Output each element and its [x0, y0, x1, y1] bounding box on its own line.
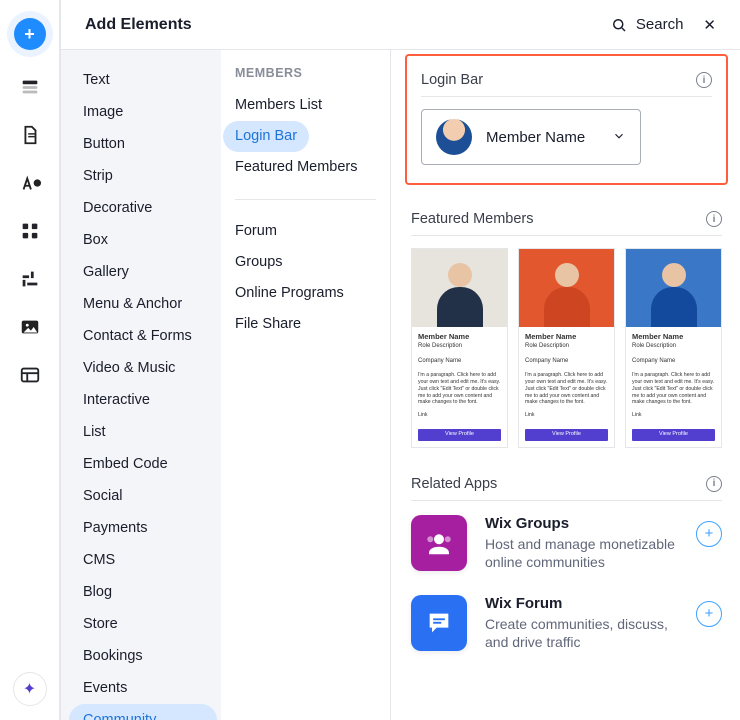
related-app-row: Wix Forum Create communities, discuss, an…: [411, 595, 722, 651]
member-card-name: Member Name: [525, 332, 608, 341]
category-list: TextImageButtonStripDecorativeBoxGallery…: [61, 50, 221, 720]
app-description: Create communities, discuss, and drive t…: [485, 615, 675, 651]
login-bar-element[interactable]: Member Name: [421, 109, 641, 165]
member-card-paragraph: I'm a paragraph. Click here to add your …: [418, 372, 501, 406]
media-icon[interactable]: [19, 316, 41, 338]
category-item[interactable]: Text: [69, 64, 217, 96]
subcategory-item[interactable]: Forum: [223, 216, 376, 247]
category-item[interactable]: CMS: [69, 544, 217, 576]
category-item[interactable]: Strip: [69, 160, 217, 192]
login-bar-highlight: Login Bar i Member Name: [405, 54, 728, 185]
info-icon[interactable]: i: [706, 211, 722, 227]
member-card-paragraph: I'm a paragraph. Click here to add your …: [632, 372, 715, 406]
member-card-company: Company Name: [632, 358, 715, 366]
subcategory-item[interactable]: File Share: [223, 309, 376, 340]
subcategory-item[interactable]: Members List: [223, 90, 376, 121]
elements-preview-column: Login Bar i Member Name Featured Members…: [391, 50, 740, 720]
subcategory-divider: [235, 199, 376, 200]
member-card-company: Company Name: [418, 358, 501, 366]
category-item[interactable]: Community: [69, 704, 217, 720]
member-card-role: Role Description: [632, 343, 715, 351]
member-photo: [519, 249, 614, 327]
member-photo: [412, 249, 507, 327]
member-card-paragraph: I'm a paragraph. Click here to add your …: [525, 372, 608, 406]
search-icon: [610, 16, 628, 34]
pages-icon[interactable]: [19, 124, 41, 146]
add-app-button[interactable]: +: [696, 521, 722, 547]
category-item[interactable]: Embed Code: [69, 448, 217, 480]
subcategory-item[interactable]: Featured Members: [223, 152, 376, 183]
member-card-role: Role Description: [525, 343, 608, 351]
member-card-link: Link: [525, 412, 608, 419]
app-title: Wix Forum: [485, 595, 678, 612]
category-item[interactable]: List: [69, 416, 217, 448]
member-card-link: Link: [418, 412, 501, 419]
category-item[interactable]: Video & Music: [69, 352, 217, 384]
panel-header: Add Elements Search ✕: [61, 0, 740, 50]
subcategory-item[interactable]: Login Bar: [223, 121, 309, 152]
subcategory-header: MEMBERS: [235, 66, 376, 80]
member-card-company: Company Name: [525, 358, 608, 366]
member-card-link: Link: [632, 412, 715, 419]
category-item[interactable]: Social: [69, 480, 217, 512]
groups-icon: [411, 515, 467, 571]
left-rail: + ✦: [0, 0, 60, 720]
app-title: Wix Groups: [485, 515, 678, 532]
category-item[interactable]: Store: [69, 608, 217, 640]
member-card-role: Role Description: [418, 343, 501, 351]
related-app-row: Wix Groups Host and manage monetizable on…: [411, 515, 722, 571]
category-item[interactable]: Box: [69, 224, 217, 256]
info-icon[interactable]: i: [706, 476, 722, 492]
member-card-name: Member Name: [632, 332, 715, 341]
member-photo: [626, 249, 721, 327]
login-bar-section-title: Login Bar: [421, 72, 483, 88]
featured-members-cards: Member Name Role Description Company Name I…: [411, 248, 722, 448]
plugins-icon[interactable]: [19, 268, 41, 290]
chevron-down-icon: [612, 129, 626, 146]
member-card[interactable]: Member Name Role Description Company Name I…: [625, 248, 722, 448]
panel-search-button[interactable]: Search: [610, 16, 684, 34]
panel-close-button[interactable]: ✕: [703, 16, 716, 34]
forum-icon: [411, 595, 467, 651]
search-label: Search: [636, 16, 684, 33]
add-elements-panel: Add Elements Search ✕ TextImageButtonStr…: [60, 0, 740, 720]
category-item[interactable]: Button: [69, 128, 217, 160]
ai-assistant-button[interactable]: ✦: [13, 672, 47, 706]
member-card-name: Member Name: [418, 332, 501, 341]
category-item[interactable]: Blog: [69, 576, 217, 608]
featured-members-section-title: Featured Members: [411, 211, 534, 227]
category-item[interactable]: Interactive: [69, 384, 217, 416]
category-item[interactable]: Payments: [69, 512, 217, 544]
view-profile-button[interactable]: View Profile: [525, 429, 608, 441]
category-item[interactable]: Menu & Anchor: [69, 288, 217, 320]
member-card[interactable]: Member Name Role Description Company Name I…: [518, 248, 615, 448]
add-elements-button[interactable]: +: [14, 18, 46, 50]
panel-title: Add Elements: [85, 16, 192, 34]
info-icon[interactable]: i: [696, 72, 712, 88]
login-bar-name: Member Name: [486, 129, 598, 146]
category-item[interactable]: Decorative: [69, 192, 217, 224]
subcategory-list: MEMBERS Members ListLogin BarFeatured Me…: [221, 50, 391, 720]
design-icon[interactable]: [19, 172, 41, 194]
view-profile-button[interactable]: View Profile: [632, 429, 715, 441]
apps-icon[interactable]: [19, 220, 41, 242]
add-app-button[interactable]: +: [696, 601, 722, 627]
app-description: Host and manage monetizable online commu…: [485, 535, 675, 571]
member-card[interactable]: Member Name Role Description Company Name I…: [411, 248, 508, 448]
category-item[interactable]: Image: [69, 96, 217, 128]
related-apps-section-title: Related Apps: [411, 476, 497, 492]
category-item[interactable]: Gallery: [69, 256, 217, 288]
category-item[interactable]: Events: [69, 672, 217, 704]
subcategory-item[interactable]: Groups: [223, 247, 376, 278]
avatar-icon: [436, 119, 472, 155]
category-item[interactable]: Contact & Forms: [69, 320, 217, 352]
category-item[interactable]: Bookings: [69, 640, 217, 672]
subcategory-item[interactable]: Online Programs: [223, 278, 376, 309]
view-profile-button[interactable]: View Profile: [418, 429, 501, 441]
sections-icon[interactable]: [19, 76, 41, 98]
content-icon[interactable]: [19, 364, 41, 386]
